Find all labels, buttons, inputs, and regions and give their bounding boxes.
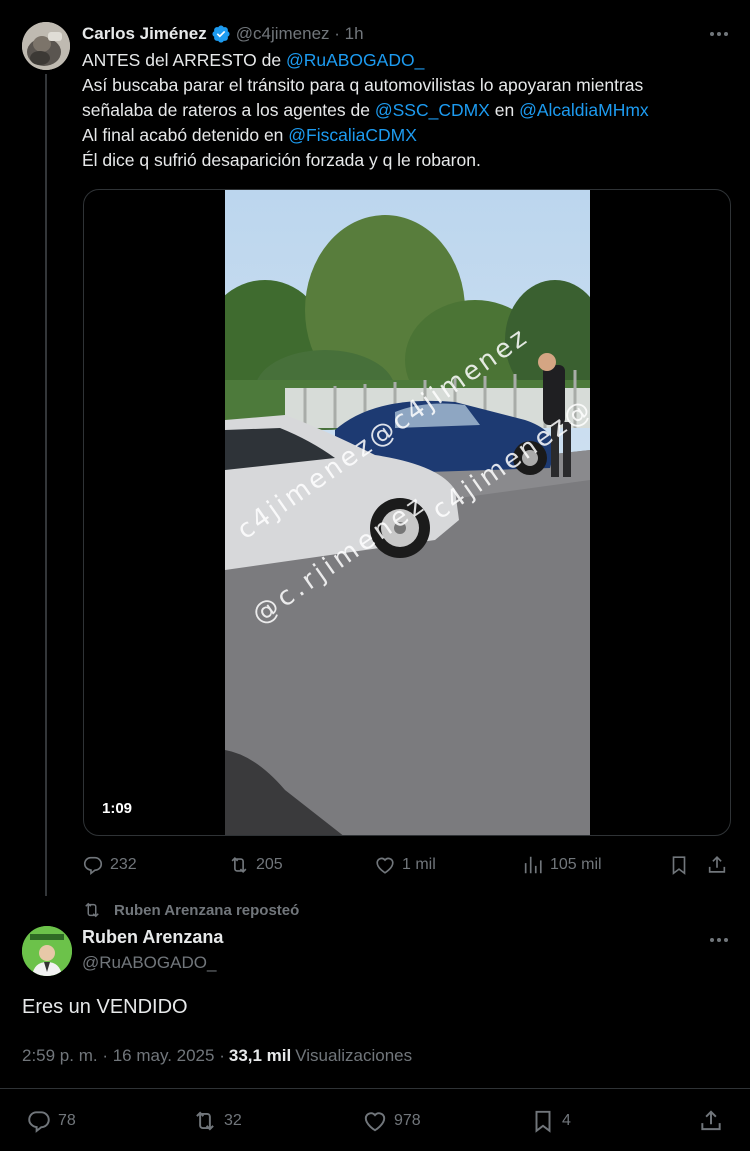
tweet-text: ANTES del ARRESTO de @RuABOGADO_ Así bus… xyxy=(82,48,732,173)
reply-icon xyxy=(28,1111,50,1133)
separator-dot: · xyxy=(214,1046,225,1065)
video-player[interactable]: c4jimenez@c4jimenez c4jimenez@c4jimene @… xyxy=(83,189,731,836)
tweet-text-line: Así buscaba parar el tránsito para q aut… xyxy=(82,75,644,95)
share-button[interactable] xyxy=(706,850,734,880)
reply-icon xyxy=(83,856,103,876)
like-icon xyxy=(376,857,394,874)
tweet-text-line: ANTES del ARRESTO de @RuABOGADO_ xyxy=(82,48,732,73)
repost-icon xyxy=(85,902,99,918)
tweet-header: Carlos Jiménez @c4jimenez · 1h xyxy=(82,22,364,46)
divider xyxy=(0,1088,750,1089)
views-count: 105 mil xyxy=(550,856,602,873)
tweet-text: Eres un VENDIDO xyxy=(22,996,188,1018)
text-segment: ANTES del ARRESTO de xyxy=(82,50,286,70)
bookmark-icon xyxy=(672,856,686,875)
like-button[interactable]: 978 xyxy=(362,1106,421,1136)
more-icon[interactable] xyxy=(708,24,730,44)
author-name[interactable]: Ruben Arenzana xyxy=(82,927,223,948)
like-count: 978 xyxy=(394,1112,421,1129)
mention-link[interactable]: @FiscaliaCDMX xyxy=(288,125,417,145)
repost-button[interactable]: 32 xyxy=(192,1106,242,1136)
repost-count: 205 xyxy=(256,856,283,873)
bookmark-button[interactable]: 4 xyxy=(530,1106,571,1136)
avatar[interactable] xyxy=(22,22,70,70)
tweet-date[interactable]: 16 may. 2025 xyxy=(113,1046,215,1066)
tweet-text-line: Él dice q sufrió desaparición forzada y … xyxy=(82,150,481,170)
share-icon xyxy=(701,1110,721,1131)
like-count: 1 mil xyxy=(402,856,436,873)
reply-button[interactable]: 78 xyxy=(26,1106,76,1136)
separator-dot: · xyxy=(329,24,345,43)
video-thumbnail: c4jimenez@c4jimenez c4jimenez@c4jimene @… xyxy=(225,190,590,835)
share-icon xyxy=(708,856,726,873)
reply-count: 78 xyxy=(58,1112,76,1129)
repost-label: Ruben Arenzana reposteó xyxy=(114,901,300,919)
author-handle[interactable]: @RuABOGADO_ xyxy=(82,953,216,973)
bookmark-button[interactable] xyxy=(668,850,696,880)
avatar[interactable] xyxy=(22,926,72,976)
repost-count: 32 xyxy=(224,1112,242,1129)
tweet-text-line: señalaba de rateros a los agentes de @SS… xyxy=(82,98,732,123)
video-frame[interactable]: c4jimenez@c4jimenez c4jimenez@c4jimene @… xyxy=(225,190,590,835)
text-segment: en xyxy=(489,100,520,120)
views-icon xyxy=(524,856,542,874)
bookmark-icon xyxy=(535,1110,551,1133)
tweet-action-bar: 78 32 978 4 xyxy=(22,1106,728,1138)
text-segment: Al final acabó detenido en xyxy=(82,125,289,145)
views-button[interactable]: 105 mil xyxy=(522,850,602,880)
reply-count: 232 xyxy=(110,856,137,873)
repost-icon xyxy=(196,1111,214,1131)
author-name[interactable]: Carlos Jiménez xyxy=(82,24,207,44)
bookmark-count: 4 xyxy=(562,1112,571,1129)
tweet-meta: 2:59 p. m. · 16 may. 2025 · 33,1 mil Vis… xyxy=(22,1046,412,1066)
reply-button[interactable]: 232 xyxy=(82,850,137,880)
text-segment: señalaba de rateros a los agentes de xyxy=(82,100,375,120)
video-duration: 1:09 xyxy=(102,800,133,817)
repost-button[interactable]: 205 xyxy=(228,850,283,880)
separator-dot: · xyxy=(97,1046,113,1065)
like-button[interactable]: 1 mil xyxy=(374,850,436,880)
mention-link[interactable]: @RuABOGADO_ xyxy=(286,50,424,70)
views-count: 33,1 mil xyxy=(228,1046,292,1065)
more-icon[interactable] xyxy=(708,930,730,950)
tweet-time[interactable]: 1h xyxy=(345,24,364,44)
like-icon xyxy=(364,1112,386,1132)
tweet-time[interactable]: 2:59 p. m. xyxy=(22,1046,98,1066)
thread-connector-line xyxy=(45,74,47,896)
author-handle[interactable]: @c4jimenez xyxy=(236,24,330,44)
verified-badge-icon xyxy=(212,25,230,43)
mention-link[interactable]: @SSC_CDMX xyxy=(375,100,490,120)
tweet-action-bar: 232 205 1 mil 105 mil xyxy=(82,850,730,880)
repost-icon xyxy=(231,856,247,874)
views-label: Visualizaciones xyxy=(295,1046,413,1065)
share-button[interactable] xyxy=(698,1106,730,1136)
tweet-text-line: Al final acabó detenido en @FiscaliaCDMX xyxy=(82,123,732,148)
repost-indicator[interactable]: Ruben Arenzana reposteó xyxy=(82,900,299,920)
mention-link[interactable]: @AlcaldiaMHmx xyxy=(519,100,649,120)
